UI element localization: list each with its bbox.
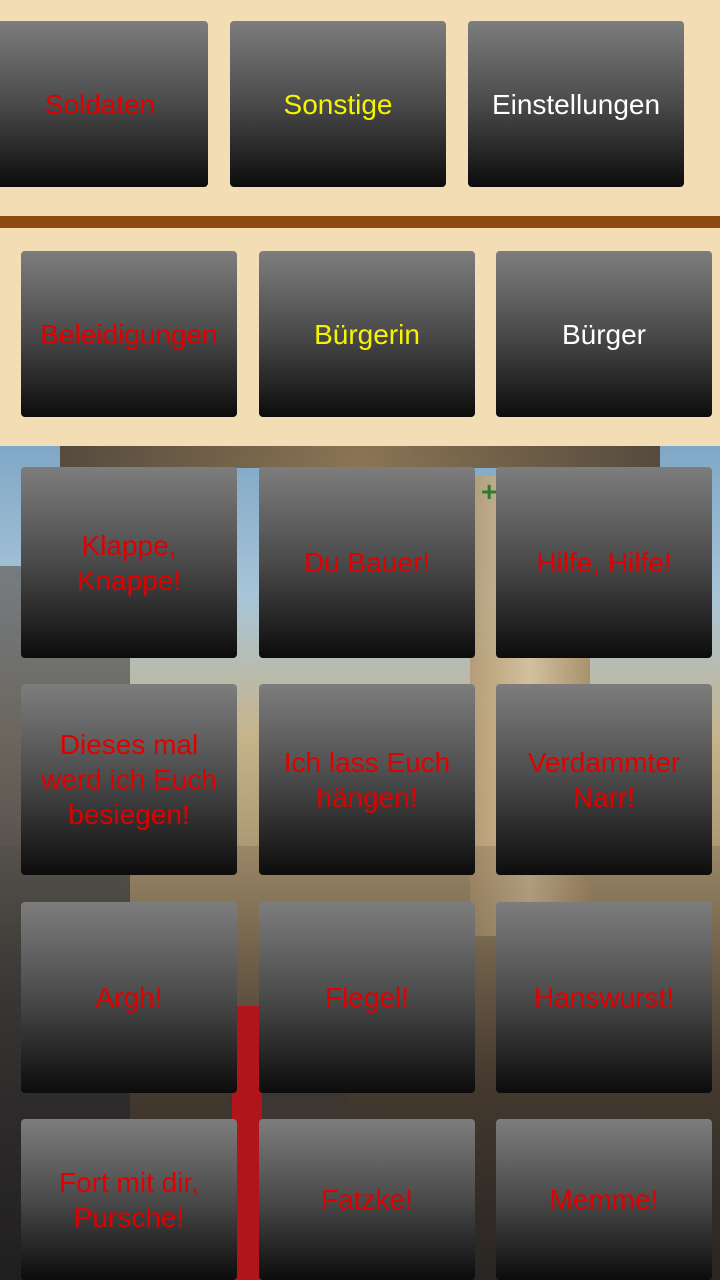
sound-label: Hanswurst! xyxy=(533,982,675,1013)
sound-button[interactable]: Klappe, Knappe! xyxy=(21,467,237,658)
beleidigungen-label: Beleidigungen xyxy=(40,318,218,350)
buergerin-label: Bürgerin xyxy=(314,318,420,350)
sound-label: Ich lass Euch hängen! xyxy=(283,746,451,813)
einstellungen-button[interactable]: Einstellungen xyxy=(468,21,684,187)
sound-button[interactable]: Fort mit dir, Pursche! xyxy=(21,1119,237,1280)
einstellungen-label: Einstellungen xyxy=(491,88,661,120)
sound-label: Du Bauer! xyxy=(303,547,431,578)
sonstige-button[interactable]: Sonstige xyxy=(230,21,446,187)
sound-button[interactable]: Dieses mal werd ich Euch besiegen! xyxy=(21,684,237,875)
buerger-label: Bürger xyxy=(561,318,647,350)
plus-icon: + xyxy=(481,476,498,507)
sonstige-label: Sonstige xyxy=(283,88,393,120)
sound-label: Fort mit dir, Pursche! xyxy=(58,1166,199,1233)
sound-label: Argh! xyxy=(95,982,163,1013)
sound-label: Fatzke! xyxy=(321,1184,413,1215)
sound-label: Flegel! xyxy=(324,982,410,1013)
artwork-banner xyxy=(60,446,660,468)
sound-button[interactable]: Hilfe, Hilfe! xyxy=(496,467,712,658)
sound-label: Verdammter Narr! xyxy=(527,746,681,813)
sound-button[interactable]: Argh! xyxy=(21,902,237,1093)
section-divider xyxy=(0,216,720,228)
sound-button[interactable]: Du Bauer! xyxy=(259,467,475,658)
soldaten-button[interactable]: Soldaten xyxy=(0,21,208,187)
sound-button[interactable]: Memme! xyxy=(496,1119,712,1280)
sound-button[interactable]: Flegel! xyxy=(259,902,475,1093)
beleidigungen-button[interactable]: Beleidigungen xyxy=(21,251,237,417)
sound-label: Memme! xyxy=(549,1184,659,1215)
buerger-button[interactable]: Bürger xyxy=(496,251,712,417)
sound-label: Klappe, Knappe! xyxy=(76,529,182,596)
sound-button[interactable]: Verdammter Narr! xyxy=(496,684,712,875)
soldaten-label: Soldaten xyxy=(44,88,156,120)
sound-button[interactable]: Fatzke! xyxy=(259,1119,475,1280)
buergerin-button[interactable]: Bürgerin xyxy=(259,251,475,417)
sound-button[interactable]: Ich lass Euch hängen! xyxy=(259,684,475,875)
sound-label: Hilfe, Hilfe! xyxy=(536,547,672,578)
sound-button[interactable]: Hanswurst! xyxy=(496,902,712,1093)
sound-label: Dieses mal werd ich Euch besiegen! xyxy=(41,729,217,830)
